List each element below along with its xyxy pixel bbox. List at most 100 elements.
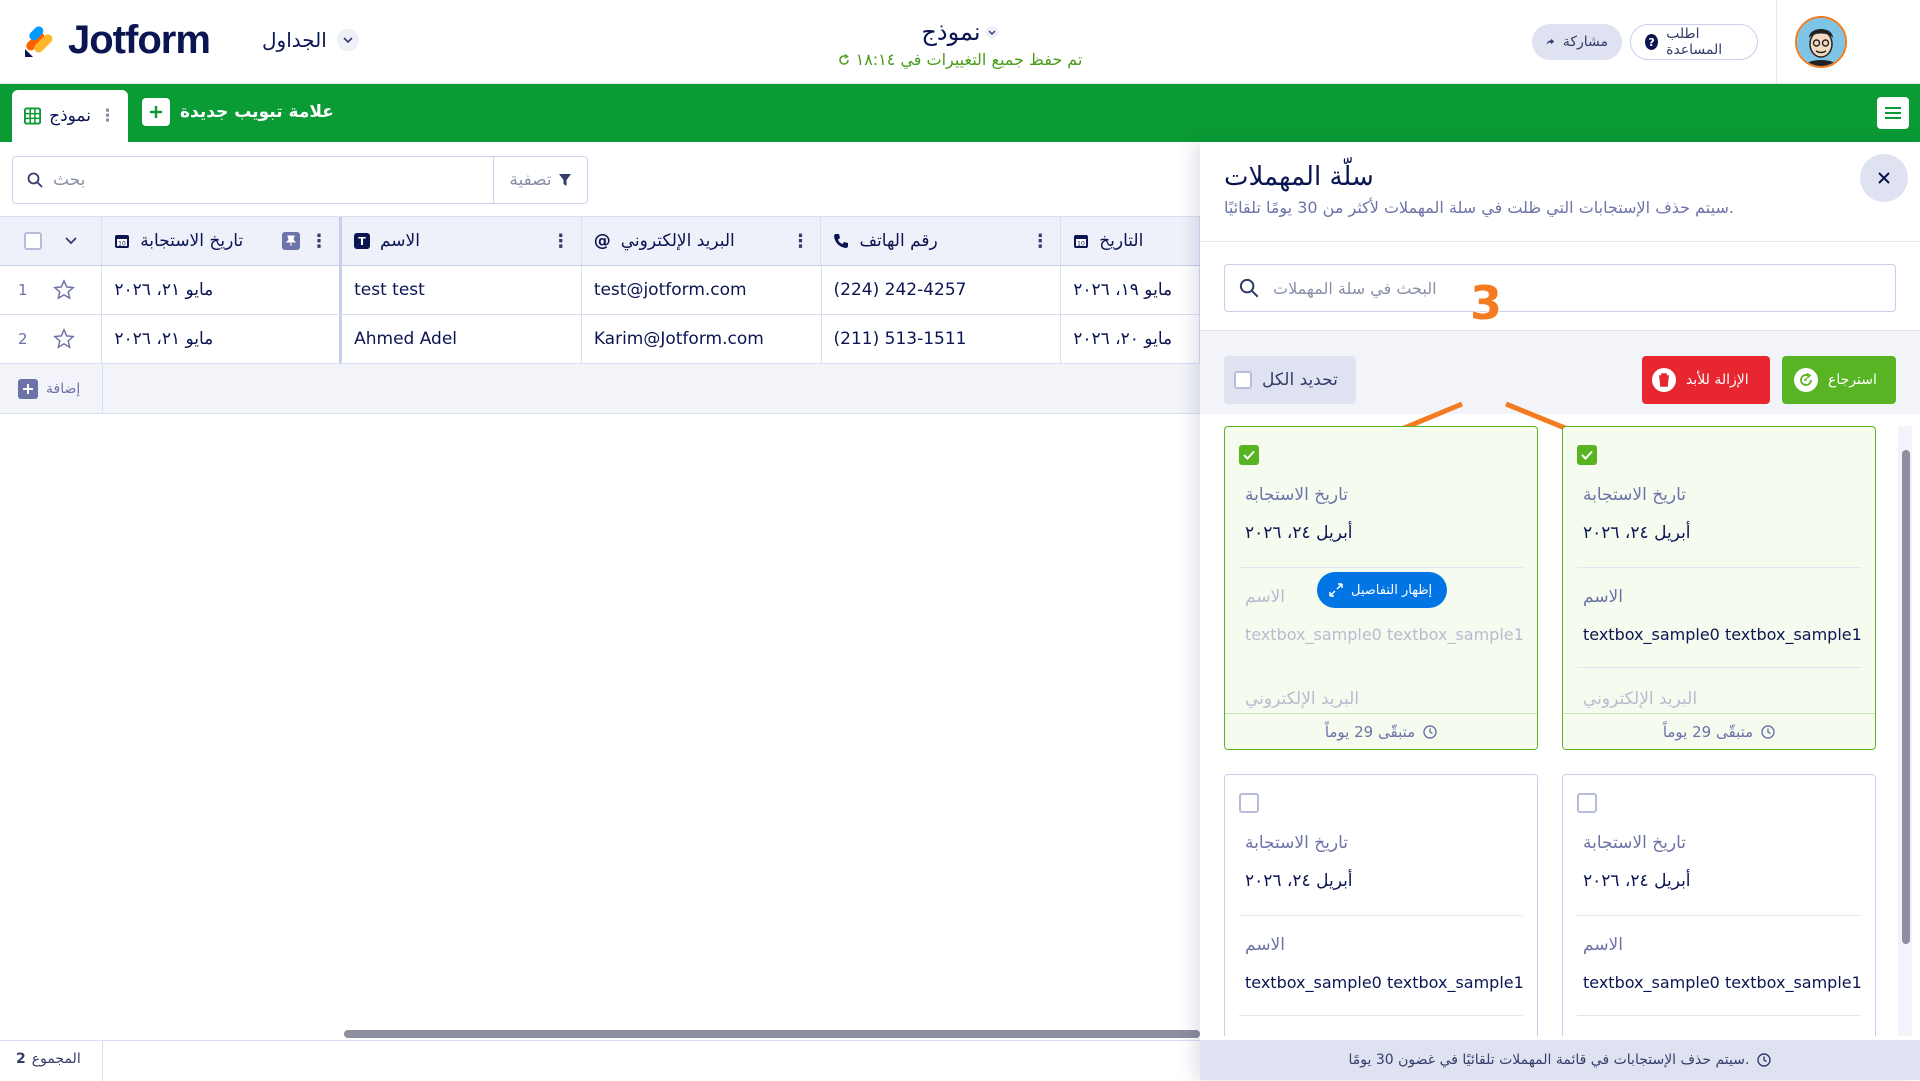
search-icon	[1239, 278, 1259, 298]
trash-panel: سلّة المهملات سيتم حذف الإستجابات التي ظ…	[1200, 142, 1920, 1080]
trash-search-placeholder: البحث في سلة المهملات	[1273, 278, 1437, 298]
card-name: textbox_sample0 textbox_sample1	[1583, 973, 1862, 992]
trash-subtitle: سيتم حذف الإستجابات التي ظلت في سلة المه…	[1224, 198, 1734, 217]
select-all-checkbox[interactable]	[1234, 371, 1252, 389]
calendar-icon: 10	[115, 235, 130, 248]
cell-response-date[interactable]: مايو ٢١، ٢٠٢٦	[102, 315, 343, 363]
form-title-text: نموذج	[921, 18, 981, 46]
trash-card[interactable]: تاريخ الاستجابة أبريل ٢٤، ٢٠٢٦ الاسم tex…	[1224, 426, 1538, 750]
row-number: 1	[18, 281, 28, 299]
search-input[interactable]: بحث	[13, 157, 493, 203]
star-icon[interactable]	[53, 279, 76, 301]
plus-icon	[142, 98, 170, 126]
card-checkbox[interactable]	[1577, 445, 1597, 465]
refresh-icon	[838, 53, 849, 65]
avatar[interactable]	[1795, 16, 1847, 68]
card-label-name: الاسم	[1245, 587, 1285, 607]
card-checkbox[interactable]	[1577, 793, 1597, 813]
column-menu-dots-icon[interactable]: ⋮	[1031, 231, 1049, 252]
question-icon: ?	[1645, 34, 1659, 50]
chevron-down-icon	[336, 29, 359, 51]
cell-phone[interactable]: (224) 242-4257	[822, 266, 1062, 314]
column-header-name[interactable]: T الاسم ⋮	[342, 217, 582, 265]
calendar-icon: 10	[1074, 235, 1089, 248]
card-date: أبريل ٢٤، ٢٠٢٦	[1245, 871, 1353, 891]
help-button[interactable]: ? اطلب المساعدة	[1630, 24, 1758, 60]
step-number-annotation: 3	[1470, 276, 1503, 330]
column-label: رقم الهاتف	[859, 231, 938, 251]
select-all-button[interactable]: تحديد الكل	[1224, 356, 1356, 404]
tab-form[interactable]: نموذج ⋮	[12, 90, 128, 142]
horizontal-scrollbar[interactable]	[344, 1030, 1200, 1038]
hamburger-menu-button[interactable]	[1877, 97, 1909, 129]
cell-email[interactable]: test@jotform.com	[582, 266, 822, 314]
tables-nav[interactable]: الجداول	[262, 28, 359, 52]
filter-label: تصفية	[509, 170, 552, 190]
column-label: التاريخ	[1099, 231, 1144, 251]
pin-icon[interactable]	[281, 232, 300, 250]
app-header: Jotform الجداول نموذج تم حفظ جميع التغيي…	[0, 0, 1920, 84]
delete-forever-button[interactable]: الإزالة للأبد	[1642, 356, 1770, 404]
cell-name[interactable]: Ahmed Adel	[342, 315, 582, 363]
column-menu-dots-icon[interactable]: ⋮	[552, 231, 570, 252]
table-row[interactable]: 1 مايو ٢١، ٢٠٢٦ test test test@jotform.c…	[0, 266, 1200, 315]
trash-card[interactable]: تاريخ الاستجابة أبريل ٢٤، ٢٠٢٦ الاسم tex…	[1562, 426, 1876, 750]
card-divider	[1239, 1015, 1523, 1016]
select-all-rows	[0, 217, 103, 265]
select-all-checkbox[interactable]	[23, 232, 42, 250]
add-row-label: إضافة	[46, 380, 81, 397]
cell-phone[interactable]: (211) 513-1511	[822, 315, 1062, 363]
close-button[interactable]	[1860, 154, 1908, 202]
card-label-email: البريد الإلكتروني	[1245, 689, 1360, 709]
cell-response-date[interactable]: مايو ٢١، ٢٠٢٦	[102, 266, 343, 314]
column-header-date[interactable]: 10 التاريخ	[1061, 217, 1201, 265]
search-placeholder: بحث	[53, 170, 86, 190]
cell-name[interactable]: test test	[342, 266, 582, 314]
jotform-logo[interactable]: Jotform	[22, 18, 211, 63]
add-tab-label: علامة تبويب جديدة	[180, 102, 334, 122]
cell-email[interactable]: Karim@Jotform.com	[582, 315, 822, 363]
form-title[interactable]: نموذج	[820, 18, 1100, 46]
logo-text: Jotform	[68, 18, 211, 62]
table-footer: 2 المجموع	[0, 1040, 1200, 1081]
card-name: textbox_sample0 textbox_sample1	[1583, 625, 1862, 644]
column-menu-dots-icon[interactable]: ⋮	[791, 231, 809, 252]
card-name: textbox_sample0 textbox_sample1	[1245, 973, 1524, 992]
show-details-button[interactable]: إظهار التفاصيل	[1317, 572, 1447, 608]
trash-search-input[interactable]: البحث في سلة المهملات	[1224, 264, 1896, 312]
add-row-button[interactable]: إضافة	[0, 364, 103, 413]
column-header-email[interactable]: @ البريد الإلكتروني ⋮	[582, 217, 822, 265]
cell-date[interactable]: مايو ٢٠، ٢٠٢٦	[1061, 315, 1200, 363]
card-divider	[1577, 1015, 1861, 1016]
add-tab-button[interactable]: علامة تبويب جديدة	[142, 98, 334, 126]
table-header-row: 10 تاريخ الاستجابة ⋮ T الاسم ⋮ @ البريد …	[0, 216, 1201, 266]
tab-menu-dots-icon[interactable]: ⋮	[99, 106, 116, 126]
vertical-scrollbar[interactable]	[1902, 450, 1910, 944]
column-menu-dots-icon[interactable]: ⋮	[310, 231, 328, 252]
star-icon[interactable]	[53, 328, 76, 350]
column-header-response-date[interactable]: 10 تاريخ الاستجابة ⋮	[102, 217, 342, 265]
responses-table: 10 تاريخ الاستجابة ⋮ T الاسم ⋮ @ البريد …	[0, 216, 1201, 414]
filter-button[interactable]: تصفية	[493, 157, 587, 203]
trash-card[interactable]: تاريخ الاستجابة أبريل ٢٤، ٢٠٢٦ الاسم tex…	[1224, 774, 1538, 1036]
chevron-down-icon[interactable]	[65, 237, 78, 245]
share-button[interactable]: مشاركة	[1532, 24, 1622, 60]
table-grid-icon	[24, 107, 42, 125]
trash-card[interactable]: تاريخ الاستجابة أبريل ٢٤، ٢٠٢٦ الاسم tex…	[1562, 774, 1876, 1036]
card-divider	[1577, 567, 1861, 568]
card-checkbox[interactable]	[1239, 793, 1259, 813]
text-type-icon: T	[353, 233, 370, 249]
restore-button[interactable]: استرجاع	[1782, 356, 1896, 404]
card-name: textbox_sample0 textbox_sample1	[1245, 625, 1524, 644]
funnel-icon	[558, 174, 571, 186]
card-divider	[1577, 915, 1861, 916]
column-header-phone[interactable]: رقم الهاتف ⋮	[821, 217, 1062, 265]
cell-date[interactable]: مايو ١٩، ٢٠٢٦	[1061, 266, 1200, 314]
tab-form-label: نموذج	[49, 106, 91, 126]
card-checkbox[interactable]	[1239, 445, 1259, 465]
column-label: تاريخ الاستجابة	[140, 231, 244, 251]
card-remaining-days: متبقّى 29 يوماً	[1225, 713, 1537, 749]
table-row[interactable]: 2 مايو ٢١، ٢٠٢٦ Ahmed Adel Karim@Jotform…	[0, 315, 1200, 364]
row-controls: 2	[0, 315, 103, 363]
card-date: أبريل ٢٤، ٢٠٢٦	[1583, 871, 1691, 891]
